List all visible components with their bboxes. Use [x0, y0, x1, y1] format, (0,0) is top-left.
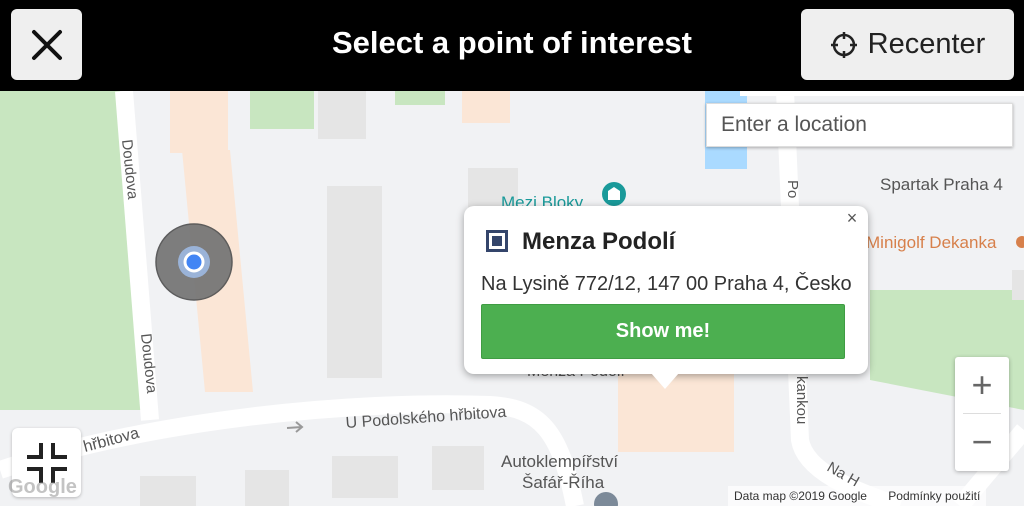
recenter-button[interactable]: Recenter [801, 9, 1014, 80]
building-icon [486, 230, 508, 252]
recenter-label: Recenter [867, 28, 986, 60]
label-minigolf: Minigolf Dekanka [866, 233, 997, 252]
popup-close-button[interactable]: × [842, 208, 862, 228]
crosshair-icon [830, 31, 857, 58]
location-search-input[interactable] [706, 103, 1013, 147]
label-autoklempirstvi: Autoklempířství [501, 452, 618, 471]
building [1012, 270, 1024, 300]
zoom-in-button[interactable]: + [955, 357, 1009, 413]
building [245, 470, 289, 506]
building [462, 91, 510, 123]
building [140, 476, 196, 506]
zoom-out-button[interactable]: − [955, 414, 1009, 470]
label-po-street: Po [784, 180, 801, 198]
close-icon [31, 29, 62, 60]
building [432, 446, 484, 490]
building [332, 456, 398, 498]
park-area [395, 91, 445, 105]
google-logo: Google [8, 476, 77, 498]
close-button[interactable] [11, 9, 82, 80]
building [170, 91, 228, 153]
popup-pointer [651, 373, 679, 389]
poi-popup: × Menza Podolí Na Lysině 772/12, 147 00 … [464, 206, 868, 374]
label-spartak: Spartak Praha 4 [880, 175, 1003, 194]
show-me-button[interactable]: Show me! [481, 304, 845, 359]
building [327, 186, 382, 378]
terms-link[interactable]: Podmínky použití [888, 489, 980, 503]
map-attribution: Data map ©2019 Google Podmínky použití [728, 486, 987, 506]
map-data-credit: Data map ©2019 Google [734, 489, 867, 503]
zoom-control: + − [955, 357, 1009, 471]
park-area [250, 91, 314, 129]
user-location-marker [155, 223, 233, 301]
poi-name: Menza Podolí [522, 228, 676, 255]
label-kankou: kankou [793, 376, 810, 424]
building [318, 91, 366, 139]
label-safar-riha: Šafář-Říha [522, 473, 605, 492]
poi-address: Na Lysině 772/12, 147 00 Praha 4, Česko [481, 273, 852, 295]
